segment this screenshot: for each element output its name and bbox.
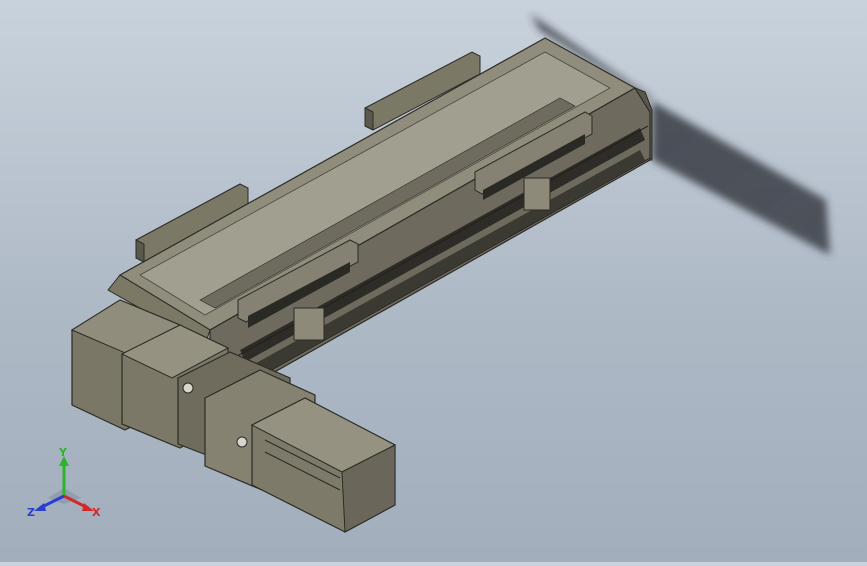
triad-graphic: Y X Z	[27, 446, 101, 519]
y-axis-label: Y	[58, 448, 68, 459]
model-view[interactable]	[0, 0, 867, 562]
x-axis-label: X	[92, 506, 101, 519]
graphics-viewport[interactable]: Y X Z	[0, 0, 867, 562]
z-axis-label: Z	[27, 506, 35, 519]
orientation-triad[interactable]: Y X Z	[26, 446, 106, 528]
